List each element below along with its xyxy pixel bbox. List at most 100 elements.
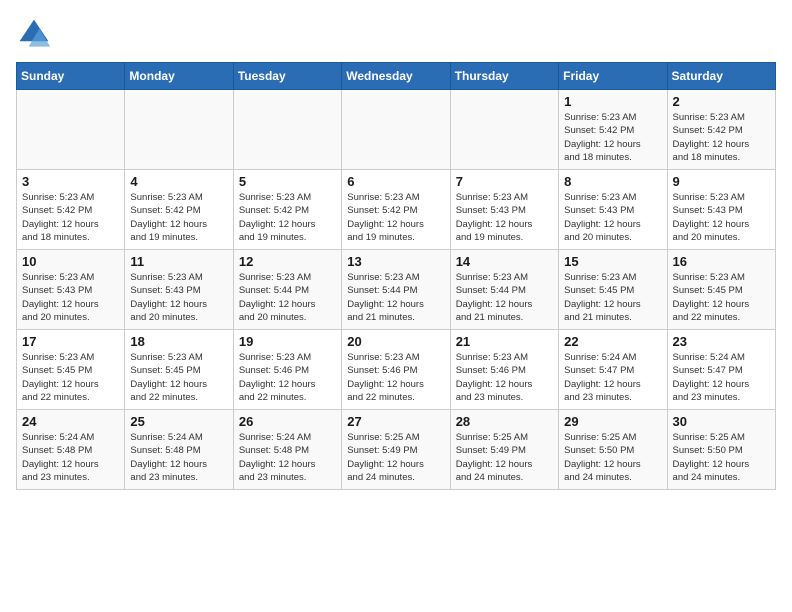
calendar-cell xyxy=(450,90,558,170)
day-info: Sunrise: 5:23 AM Sunset: 5:45 PM Dayligh… xyxy=(22,351,119,404)
calendar-week-1: 1Sunrise: 5:23 AM Sunset: 5:42 PM Daylig… xyxy=(17,90,776,170)
day-info: Sunrise: 5:24 AM Sunset: 5:48 PM Dayligh… xyxy=(130,431,227,484)
day-number: 7 xyxy=(456,174,553,189)
weekday-header-sunday: Sunday xyxy=(17,63,125,90)
day-number: 1 xyxy=(564,94,661,109)
day-number: 29 xyxy=(564,414,661,429)
calendar-week-3: 10 Sunrise: 5:23 AM Sunset: 5:43 PM Dayli… xyxy=(17,250,776,330)
calendar-cell: 1Sunrise: 5:23 AM Sunset: 5:42 PM Daylig… xyxy=(559,90,667,170)
day-info: Sunrise: 5:23 AM Sunset: 5:46 PM Dayligh… xyxy=(347,351,444,404)
calendar-cell: 28Sunrise: 5:25 AM Sunset: 5:49 PM Dayli… xyxy=(450,410,558,490)
day-info: Sunrise: 5:25 AM Sunset: 5:49 PM Dayligh… xyxy=(347,431,444,484)
calendar-cell: 13Sunrise: 5:23 AM Sunset: 5:44 PM Dayli… xyxy=(342,250,450,330)
calendar-cell: 17Sunrise: 5:23 AM Sunset: 5:45 PM Dayli… xyxy=(17,330,125,410)
calendar-week-4: 17Sunrise: 5:23 AM Sunset: 5:45 PM Dayli… xyxy=(17,330,776,410)
day-info: Sunrise: 5:25 AM Sunset: 5:50 PM Dayligh… xyxy=(673,431,770,484)
calendar-cell: 26 Sunrise: 5:24 AM Sunset: 5:48 PM Dayli… xyxy=(233,410,341,490)
calendar-cell: 9 Sunrise: 5:23 AM Sunset: 5:43 PM Daylig… xyxy=(667,170,775,250)
day-info: Sunrise: 5:23 AM Sunset: 5:44 PM Dayligh… xyxy=(456,271,553,324)
calendar-cell: 25 Sunrise: 5:24 AM Sunset: 5:48 PM Dayli… xyxy=(125,410,233,490)
weekday-header-monday: Monday xyxy=(125,63,233,90)
calendar-cell: 30 Sunrise: 5:25 AM Sunset: 5:50 PM Dayli… xyxy=(667,410,775,490)
calendar-cell: 16 Sunrise: 5:23 AM Sunset: 5:45 PM Dayli… xyxy=(667,250,775,330)
day-info: Sunrise: 5:23 AM Sunset: 5:44 PM Dayligh… xyxy=(347,271,444,324)
day-info: Sunrise: 5:23 AM Sunset: 5:42 PM Dayligh… xyxy=(347,191,444,244)
day-number: 25 xyxy=(130,414,227,429)
calendar-cell: 4Sunrise: 5:23 AM Sunset: 5:42 PM Daylig… xyxy=(125,170,233,250)
calendar-cell: 15 Sunrise: 5:23 AM Sunset: 5:45 PM Dayli… xyxy=(559,250,667,330)
day-info: Sunrise: 5:23 AM Sunset: 5:42 PM Dayligh… xyxy=(22,191,119,244)
day-info: Sunrise: 5:23 AM Sunset: 5:43 PM Dayligh… xyxy=(564,191,661,244)
day-number: 20 xyxy=(347,334,444,349)
calendar-cell: 8 Sunrise: 5:23 AM Sunset: 5:43 PM Daylig… xyxy=(559,170,667,250)
calendar-table: SundayMondayTuesdayWednesdayThursdayFrid… xyxy=(16,62,776,490)
day-number: 28 xyxy=(456,414,553,429)
weekday-header-friday: Friday xyxy=(559,63,667,90)
calendar-cell: 27 Sunrise: 5:25 AM Sunset: 5:49 PM Dayli… xyxy=(342,410,450,490)
calendar-cell: 19 Sunrise: 5:23 AM Sunset: 5:46 PM Dayli… xyxy=(233,330,341,410)
calendar-header: SundayMondayTuesdayWednesdayThursdayFrid… xyxy=(17,63,776,90)
weekday-header-saturday: Saturday xyxy=(667,63,775,90)
weekday-header-thursday: Thursday xyxy=(450,63,558,90)
calendar-cell: 5 Sunrise: 5:23 AM Sunset: 5:42 PM Daylig… xyxy=(233,170,341,250)
day-info: Sunrise: 5:23 AM Sunset: 5:45 PM Dayligh… xyxy=(673,271,770,324)
calendar-cell: 6 Sunrise: 5:23 AM Sunset: 5:42 PM Daylig… xyxy=(342,170,450,250)
calendar-cell xyxy=(17,90,125,170)
calendar-cell xyxy=(342,90,450,170)
weekday-header-tuesday: Tuesday xyxy=(233,63,341,90)
day-number: 27 xyxy=(347,414,444,429)
day-number: 11 xyxy=(130,254,227,269)
day-info: Sunrise: 5:23 AM Sunset: 5:44 PM Dayligh… xyxy=(239,271,336,324)
calendar-cell: 24 Sunrise: 5:24 AM Sunset: 5:48 PM Dayli… xyxy=(17,410,125,490)
day-info: Sunrise: 5:23 AM Sunset: 5:46 PM Dayligh… xyxy=(239,351,336,404)
day-number: 23 xyxy=(673,334,770,349)
day-info: Sunrise: 5:24 AM Sunset: 5:47 PM Dayligh… xyxy=(564,351,661,404)
calendar-cell: 14 Sunrise: 5:23 AM Sunset: 5:44 PM Dayli… xyxy=(450,250,558,330)
day-info: Sunrise: 5:24 AM Sunset: 5:48 PM Dayligh… xyxy=(22,431,119,484)
weekday-header-wednesday: Wednesday xyxy=(342,63,450,90)
calendar-cell: 21 Sunrise: 5:23 AM Sunset: 5:46 PM Dayli… xyxy=(450,330,558,410)
calendar-cell: 18Sunrise: 5:23 AM Sunset: 5:45 PM Dayli… xyxy=(125,330,233,410)
day-number: 2 xyxy=(673,94,770,109)
calendar-cell xyxy=(125,90,233,170)
calendar-cell: 20 Sunrise: 5:23 AM Sunset: 5:46 PM Dayli… xyxy=(342,330,450,410)
day-number: 16 xyxy=(673,254,770,269)
day-info: Sunrise: 5:23 AM Sunset: 5:43 PM Dayligh… xyxy=(22,271,119,324)
day-number: 30 xyxy=(673,414,770,429)
day-number: 3 xyxy=(22,174,119,189)
day-info: Sunrise: 5:23 AM Sunset: 5:45 PM Dayligh… xyxy=(130,351,227,404)
calendar-week-5: 24 Sunrise: 5:24 AM Sunset: 5:48 PM Dayli… xyxy=(17,410,776,490)
calendar-cell: 23 Sunrise: 5:24 AM Sunset: 5:47 PM Dayli… xyxy=(667,330,775,410)
weekday-header-row: SundayMondayTuesdayWednesdayThursdayFrid… xyxy=(17,63,776,90)
day-info: Sunrise: 5:24 AM Sunset: 5:47 PM Dayligh… xyxy=(673,351,770,404)
page-header xyxy=(16,16,776,52)
day-info: Sunrise: 5:23 AM Sunset: 5:46 PM Dayligh… xyxy=(456,351,553,404)
calendar-body: 1 Sunrise: 5:23 AM Sunset: 5:42 PM Daylig… xyxy=(17,90,776,490)
day-number: 19 xyxy=(239,334,336,349)
day-info: Sunrise: 5:23 AM Sunset: 5:45 PM Dayligh… xyxy=(564,271,661,324)
day-info: Sunrise: 5:23 AM Sunset: 5:42 PM Dayligh… xyxy=(239,191,336,244)
day-info: Sunrise: 5:23 AM Sunset: 5:43 PM Dayligh… xyxy=(673,191,770,244)
day-number: 24 xyxy=(22,414,119,429)
calendar-cell: 10 Sunrise: 5:23 AM Sunset: 5:43 PM Dayli… xyxy=(17,250,125,330)
day-number: 6 xyxy=(347,174,444,189)
day-number: 9 xyxy=(673,174,770,189)
calendar-cell: 12 Sunrise: 5:23 AM Sunset: 5:44 PM Dayli… xyxy=(233,250,341,330)
day-info: Sunrise: 5:23 AM Sunset: 5:43 PM Dayligh… xyxy=(130,271,227,324)
calendar-cell: 11 Sunrise: 5:23 AM Sunset: 5:43 PM Dayli… xyxy=(125,250,233,330)
day-number: 21 xyxy=(456,334,553,349)
calendar-cell: 3 Sunrise: 5:23 AM Sunset: 5:42 PM Daylig… xyxy=(17,170,125,250)
day-info: Sunrise: 5:25 AM Sunset: 5:50 PM Dayligh… xyxy=(564,431,661,484)
day-number: 4 xyxy=(130,174,227,189)
day-number: 8 xyxy=(564,174,661,189)
day-number: 10 xyxy=(22,254,119,269)
day-number: 26 xyxy=(239,414,336,429)
day-number: 14 xyxy=(456,254,553,269)
day-info: Sunrise: 5:24 AM Sunset: 5:48 PM Dayligh… xyxy=(239,431,336,484)
day-number: 12 xyxy=(239,254,336,269)
day-number: 15 xyxy=(564,254,661,269)
calendar-cell: 22Sunrise: 5:24 AM Sunset: 5:47 PM Dayli… xyxy=(559,330,667,410)
calendar-cell xyxy=(233,90,341,170)
day-number: 5 xyxy=(239,174,336,189)
calendar-cell: 2Sunrise: 5:23 AM Sunset: 5:42 PM Daylig… xyxy=(667,90,775,170)
